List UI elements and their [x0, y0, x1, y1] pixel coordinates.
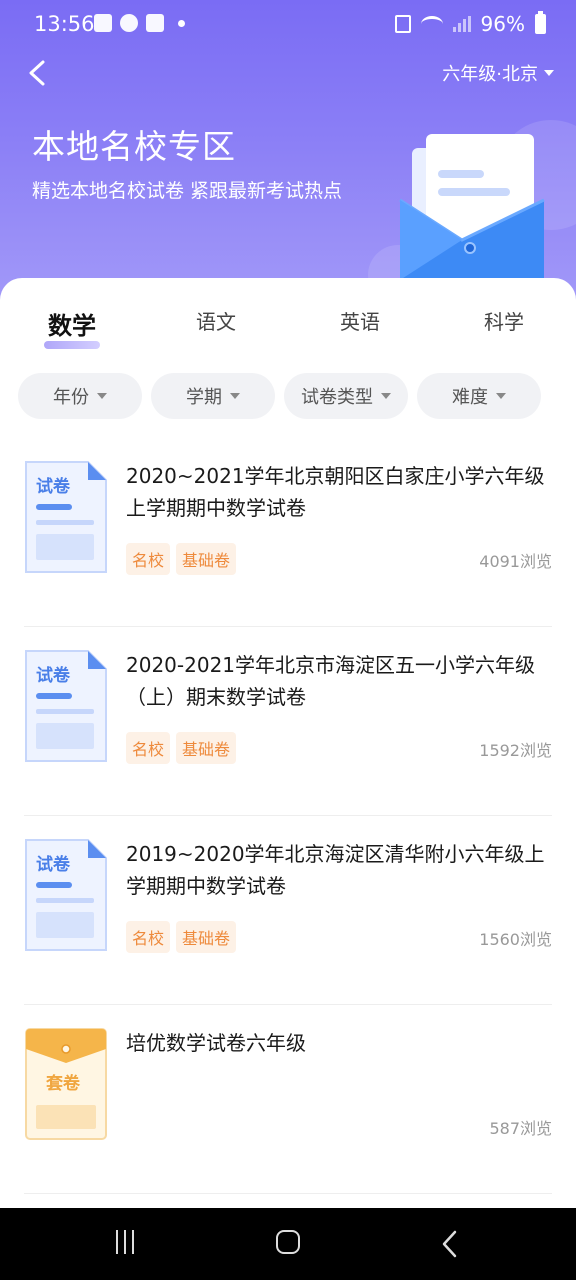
tag-badge: 基础卷: [176, 543, 237, 575]
tag-badge: 名校: [126, 921, 171, 953]
exam-paper-icon: 试卷: [25, 839, 107, 951]
header-banner: 13:56 96% 六年级·北京 本地名校专区 精选本地名校试卷 紧跟最新考试热…: [0, 0, 576, 310]
filter-year[interactable]: 年份: [18, 373, 142, 419]
icon-label: 试卷: [36, 476, 71, 497]
notification-icons: [94, 14, 185, 32]
status-time: 13:56: [34, 12, 95, 36]
exam-paper-icon: 试卷: [25, 650, 107, 762]
filter-label: 学期: [186, 387, 222, 408]
list-item[interactable]: 试卷 2019~2020学年北京海淀区清华附小六年级上学期期中数学试卷 名校 基…: [24, 816, 552, 1005]
view-count: 4091浏览: [479, 552, 552, 571]
filter-label: 难度: [452, 387, 488, 408]
subject-tabs: 数学 语文 英语 科学: [0, 306, 576, 350]
tab-active-indicator: [44, 341, 100, 349]
filter-difficulty[interactable]: 难度: [417, 373, 541, 419]
paper-title: 2019~2020学年北京海淀区清华附小六年级上学期期中数学试卷: [126, 842, 545, 898]
list-item[interactable]: 试卷 2020-2021学年北京市海淀区五一小学六年级（上）期末数学试卷 名校 …: [24, 627, 552, 816]
battery-percent: 96%: [480, 12, 525, 36]
tag-badge: 基础卷: [176, 921, 237, 953]
mute-icon: [394, 15, 411, 33]
home-button[interactable]: [276, 1230, 300, 1254]
recent-apps-icon: [132, 1230, 134, 1254]
list-item[interactable]: 套卷 培优数学试卷六年级 587浏览: [24, 1005, 552, 1194]
system-icons: 96%: [394, 11, 546, 36]
caret-down-icon: [496, 393, 506, 399]
tag-badge: 名校: [126, 732, 171, 764]
tab-chinese[interactable]: 语文: [176, 306, 256, 335]
paper-title: 培优数学试卷六年级: [126, 1031, 306, 1055]
paper-title: 2020-2021学年北京市海淀区五一小学六年级（上）期末数学试卷: [126, 653, 536, 709]
paper-title: 2020~2021学年北京朝阳区白家庄小学六年级上学期期中数学试卷: [126, 464, 545, 520]
chevron-left-icon: [442, 1230, 457, 1258]
list-item[interactable]: 试卷 2020~2021学年北京朝阳区白家庄小学六年级上学期期中数学试卷 名校 …: [24, 438, 552, 627]
filter-paper-type[interactable]: 试卷类型: [284, 373, 408, 419]
status-bar: 13:56 96%: [0, 0, 576, 48]
view-count: 1592浏览: [479, 741, 552, 760]
filter-label: 年份: [53, 387, 89, 408]
tag-group: 名校 基础卷: [126, 543, 237, 575]
recent-apps-button[interactable]: [116, 1230, 134, 1254]
tab-science[interactable]: 科学: [464, 306, 544, 335]
region-selector[interactable]: 六年级·北京: [442, 60, 554, 86]
filter-label: 试卷类型: [301, 387, 373, 408]
page-subtitle: 精选本地名校试卷 紧跟最新考试热点: [32, 180, 343, 202]
tab-english[interactable]: 英语: [320, 306, 400, 335]
view-count: 1560浏览: [479, 930, 552, 949]
icon-label: 试卷: [36, 854, 71, 875]
icon-label: 试卷: [36, 665, 71, 686]
tab-label: 科学: [484, 310, 524, 334]
battery-icon: [535, 11, 546, 34]
tag-group: 名校 基础卷: [126, 921, 237, 953]
tab-label: 英语: [340, 310, 380, 334]
tab-label: 语文: [196, 310, 236, 334]
recent-apps-icon: [116, 1230, 118, 1254]
app-icon: [146, 14, 164, 32]
filter-semester[interactable]: 学期: [151, 373, 275, 419]
icon-label: 套卷: [45, 1073, 81, 1094]
content-card: 数学 语文 英语 科学 年份 学期 试卷类型 难度 试卷 2020~2021学年…: [0, 278, 576, 1208]
caret-down-icon: [381, 393, 391, 399]
back-button[interactable]: [20, 56, 54, 90]
wifi-icon: [420, 16, 443, 32]
envelope-illustration-icon: [399, 134, 545, 280]
system-nav-bar: [0, 1208, 576, 1280]
more-notifications-icon: [178, 19, 185, 27]
exam-paper-icon: 试卷: [25, 461, 107, 573]
region-label: 六年级·北京: [442, 64, 538, 85]
gallery-icon: [94, 14, 112, 32]
tab-math[interactable]: 数学: [32, 306, 112, 349]
signal-icon: [452, 16, 471, 32]
system-back-button[interactable]: [440, 1230, 460, 1262]
view-count: 587浏览: [489, 1119, 552, 1138]
tab-label: 数学: [48, 312, 96, 340]
page-title: 本地名校专区: [32, 127, 236, 166]
app-icon: [120, 14, 138, 32]
paper-set-icon: 套卷: [25, 1028, 107, 1140]
tag-group: 名校 基础卷: [126, 732, 237, 764]
tag-badge: 名校: [126, 543, 171, 575]
tag-badge: 基础卷: [176, 732, 237, 764]
chevron-left-icon: [29, 60, 45, 86]
paper-list: 试卷 2020~2021学年北京朝阳区白家庄小学六年级上学期期中数学试卷 名校 …: [24, 438, 552, 1194]
recent-apps-icon: [124, 1230, 126, 1254]
caret-down-icon: [544, 70, 554, 76]
caret-down-icon: [97, 393, 107, 399]
filter-bar: 年份 学期 试卷类型 难度: [18, 373, 541, 419]
caret-down-icon: [230, 393, 240, 399]
